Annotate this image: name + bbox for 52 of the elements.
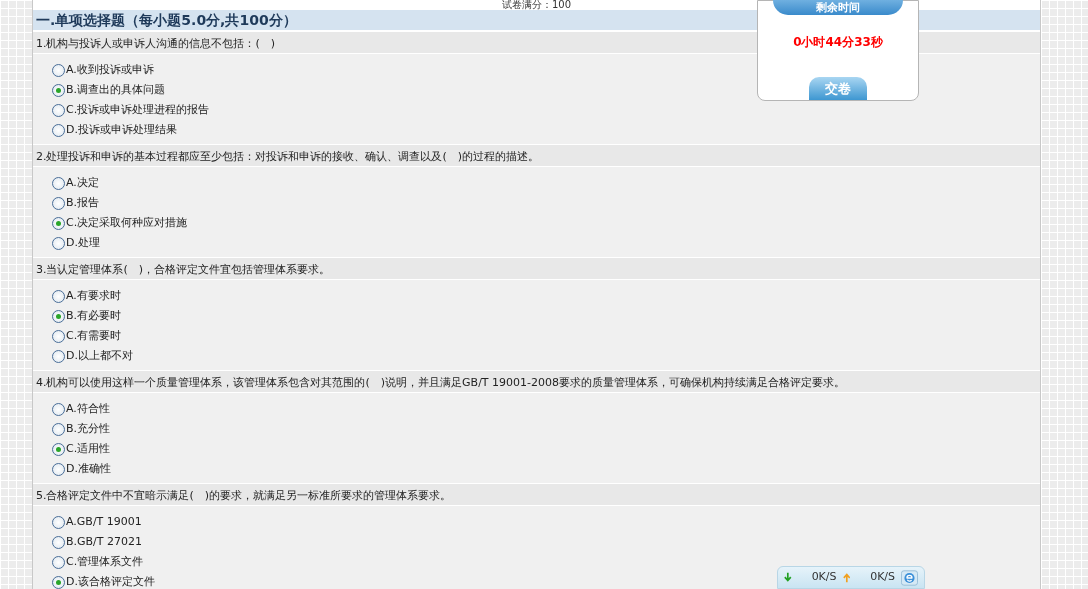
radio-button[interactable] <box>52 462 65 476</box>
radio-button[interactable] <box>52 103 65 117</box>
radio-button[interactable] <box>52 309 65 323</box>
exam-total-text: 试卷满分：100 <box>501 0 572 10</box>
answer-option[interactable]: B.充分性 <box>52 419 111 439</box>
answer-option[interactable]: B.调查出的具体问题 <box>52 80 166 100</box>
radio-button[interactable] <box>52 442 65 456</box>
answer-option[interactable]: A.有要求时 <box>52 286 121 306</box>
answer-option[interactable]: C.有需要时 <box>52 326 122 346</box>
upload-arrow-icon <box>842 572 851 583</box>
question-text: 2.处理投诉和申诉的基本过程都应至少包括：对投诉和申诉的接收、确认、调查以及( )的过程的描述。 <box>33 144 1040 167</box>
radio-button[interactable] <box>52 402 65 416</box>
radio-button[interactable] <box>52 123 65 137</box>
answer-option[interactable]: B.GB/T 27021 <box>52 532 143 552</box>
upload-speed: 0K/S <box>870 569 896 586</box>
timer-title: 剩余时间 <box>773 0 903 15</box>
answer-option[interactable]: D.投诉或申诉处理结果 <box>52 120 177 140</box>
download-arrow-icon <box>784 572 792 583</box>
radio-button[interactable] <box>52 535 65 549</box>
answer-option[interactable]: A.决定 <box>52 173 99 193</box>
question-text: 4.机构可以使用这样一个质量管理体系，该管理体系包含对其范围的( )说明，并且满足GB/T 19001-2008要求的质量管理体系，可确保机构持续满足合格评定要求。 <box>33 370 1040 393</box>
answer-option[interactable]: D.以上都不对 <box>52 346 133 366</box>
answer-option[interactable]: C.决定采取何种应对措施 <box>52 213 188 233</box>
radio-button[interactable] <box>52 216 65 230</box>
radio-button[interactable] <box>52 236 65 250</box>
answer-option[interactable]: B.有必要时 <box>52 306 122 326</box>
answer-option[interactable]: C.管理体系文件 <box>52 552 144 572</box>
radio-button[interactable] <box>52 83 65 97</box>
radio-button[interactable] <box>52 176 65 190</box>
radio-button[interactable] <box>52 289 65 303</box>
answer-option[interactable]: A.GB/T 19001 <box>52 512 142 532</box>
remaining-time: 0小时44分33秒 <box>793 34 883 51</box>
question-text: 5.合格评定文件中不宜暗示满足( )的要求，就满足另一标准所要求的管理体系要求。 <box>33 483 1040 506</box>
answer-option[interactable]: A.收到投诉或申诉 <box>52 60 154 80</box>
radio-button[interactable] <box>52 63 65 77</box>
answer-option[interactable]: B.报告 <box>52 193 100 213</box>
answer-option[interactable]: A.符合性 <box>52 399 110 419</box>
radio-button[interactable] <box>52 349 65 363</box>
browser-icon[interactable] <box>901 568 918 587</box>
radio-button[interactable] <box>52 575 65 589</box>
radio-button[interactable] <box>52 329 65 343</box>
radio-button[interactable] <box>52 515 65 529</box>
answer-option[interactable]: D.处理 <box>52 233 100 253</box>
answer-option[interactable]: C.投诉或申诉处理进程的报告 <box>52 100 210 120</box>
radio-button[interactable] <box>52 422 65 436</box>
radio-button[interactable] <box>52 196 65 210</box>
question-text: 3.当认定管理体系( )，合格评定文件宜包括管理体系要求。 <box>33 257 1040 280</box>
answer-option[interactable]: D.该合格评定文件 <box>52 572 155 589</box>
radio-button[interactable] <box>52 555 65 569</box>
download-speed: 0K/S <box>811 569 837 586</box>
answer-option[interactable]: C.适用性 <box>52 439 111 459</box>
answer-option[interactable]: D.准确性 <box>52 459 111 479</box>
